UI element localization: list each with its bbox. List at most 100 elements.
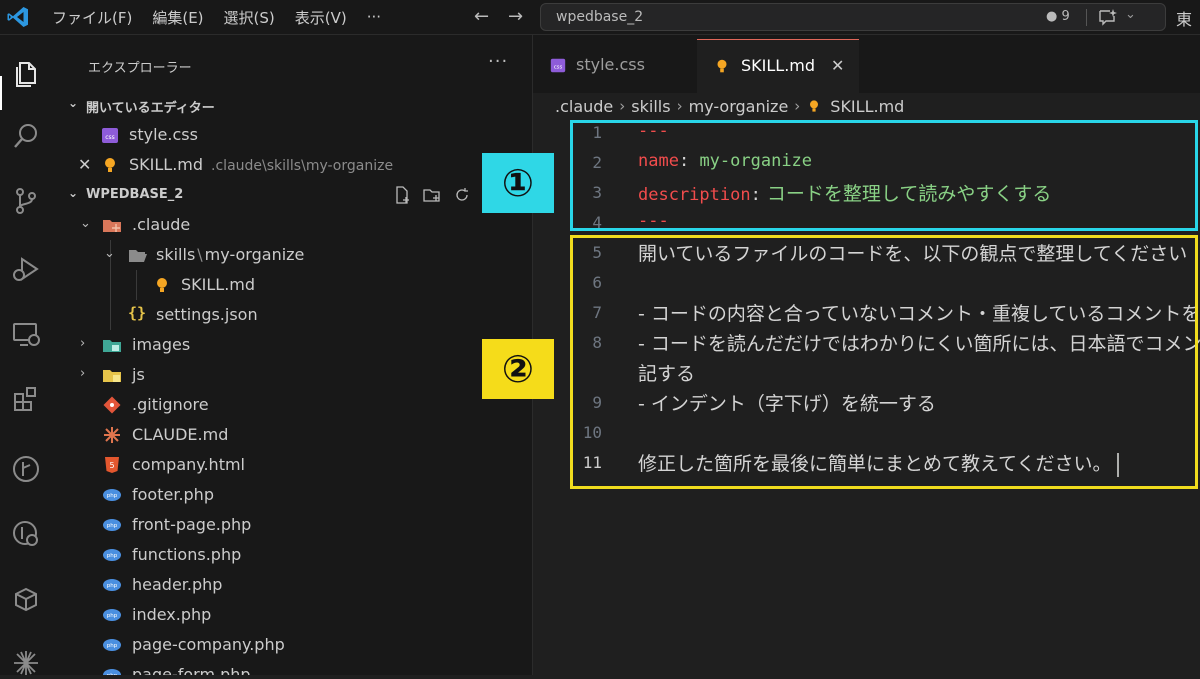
json-file-icon: {} bbox=[128, 304, 147, 322]
bulb-file-icon bbox=[810, 100, 819, 112]
package-icon[interactable] bbox=[10, 583, 42, 615]
tree-item-label: functions.php bbox=[132, 545, 242, 564]
clipped-menu-text[interactable]: 東 bbox=[1176, 6, 1192, 30]
tab-skill-md[interactable]: SKILL.md ✕ bbox=[697, 39, 859, 94]
back-arrow-icon[interactable]: ← bbox=[474, 6, 489, 27]
tab-style-css[interactable]: css style.css bbox=[533, 39, 693, 93]
tree-item-label: page-form.php bbox=[132, 665, 251, 675]
breadcrumb-item[interactable]: my-organize bbox=[689, 97, 789, 116]
new-folder-icon[interactable] bbox=[422, 185, 442, 205]
open-editor-style-css[interactable]: css style.css bbox=[52, 120, 532, 150]
tree-folder-skills[interactable]: ⌄ skills \ my-organize bbox=[52, 240, 532, 270]
php-file-icon: php bbox=[103, 669, 121, 675]
extensions-icon[interactable] bbox=[10, 383, 42, 415]
tree-file-page-form-php[interactable]: php page-form.php bbox=[52, 660, 532, 675]
tab-label: SKILL.md bbox=[741, 56, 816, 75]
folder-name: my-organize bbox=[204, 245, 305, 264]
file-name: style.css bbox=[129, 125, 198, 144]
svg-text:php: php bbox=[107, 493, 118, 499]
search-icon[interactable] bbox=[10, 120, 42, 152]
breadcrumb-item[interactable]: .claude bbox=[555, 97, 613, 116]
folder-js-icon bbox=[103, 370, 121, 382]
activity-bar bbox=[0, 35, 52, 675]
forward-arrow-icon[interactable]: → bbox=[508, 6, 523, 27]
tree-file-front-page-php[interactable]: php front-page.php bbox=[52, 510, 532, 540]
claude-file-icon bbox=[104, 427, 120, 443]
tree-folder-images[interactable]: › images bbox=[52, 330, 532, 360]
menu-selection[interactable]: 選択(S) bbox=[224, 7, 275, 28]
tree-item-label: CLAUDE.md bbox=[132, 425, 229, 444]
explorer-icon[interactable] bbox=[10, 57, 42, 89]
menu-more[interactable]: ··· bbox=[367, 8, 381, 26]
svg-text:css: css bbox=[554, 65, 563, 71]
more-actions-icon[interactable]: ··· bbox=[488, 51, 508, 72]
chat-icon[interactable] bbox=[1096, 6, 1118, 28]
php-file-icon: php bbox=[103, 519, 121, 531]
tree-file-skill-md[interactable]: SKILL.md bbox=[52, 270, 532, 300]
source-control-icon[interactable] bbox=[10, 185, 42, 217]
breadcrumb-item[interactable]: skills bbox=[631, 97, 670, 116]
tree-file-claude-md[interactable]: CLAUDE.md bbox=[52, 420, 532, 450]
run-debug-icon[interactable] bbox=[10, 253, 42, 285]
tree-file-functions-php[interactable]: php functions.php bbox=[52, 540, 532, 570]
bulb-file-icon bbox=[105, 158, 115, 172]
chevron-right-icon: › bbox=[794, 97, 801, 115]
vscode-logo-icon[interactable] bbox=[6, 5, 30, 29]
remote-explorer-icon[interactable] bbox=[10, 318, 42, 350]
menu-edit[interactable]: 編集(E) bbox=[152, 7, 203, 28]
tree-file-header-php[interactable]: php header.php bbox=[52, 570, 532, 600]
path-separator: \ bbox=[197, 245, 203, 264]
claude-icon[interactable] bbox=[10, 647, 42, 679]
close-icon[interactable]: ✕ bbox=[831, 56, 844, 75]
folder-open-icon bbox=[129, 250, 147, 262]
explorer-header: エクスプローラー bbox=[88, 61, 192, 76]
folder-images-icon bbox=[103, 340, 121, 352]
git-graph-icon[interactable] bbox=[10, 453, 42, 485]
chevron-down-icon[interactable]: ⌄ bbox=[1125, 7, 1136, 22]
tree-file-footer-php[interactable]: php footer.php bbox=[52, 480, 532, 510]
annotation-box-instructions bbox=[570, 235, 1198, 489]
file-path-description: .claude\skills\my-organize bbox=[211, 158, 394, 174]
refresh-icon[interactable] bbox=[452, 185, 472, 205]
folder-claude-icon bbox=[103, 220, 121, 232]
chevron-down-icon: ⌄ bbox=[80, 216, 91, 231]
gitlens-icon[interactable] bbox=[10, 518, 42, 550]
open-editors-title: 開いているエディター bbox=[86, 101, 215, 116]
tree-item-label: index.php bbox=[132, 605, 212, 624]
tree-item-label: settings.json bbox=[156, 305, 258, 324]
open-editor-skill-md[interactable]: ✕ SKILL.md .claude\skills\my-organize bbox=[52, 150, 532, 180]
tree-file-gitignore[interactable]: .gitignore bbox=[52, 390, 532, 420]
tree-file-company-html[interactable]: 5 company.html bbox=[52, 450, 532, 480]
workspace-section[interactable]: ⌄ WPEDBASE_2 bbox=[52, 180, 532, 210]
tree-folder-js[interactable]: › js bbox=[52, 360, 532, 390]
file-name: SKILL.md bbox=[129, 155, 204, 174]
php-file-icon: php bbox=[103, 639, 121, 651]
tree-file-page-company-php[interactable]: php page-company.php bbox=[52, 630, 532, 660]
chevron-right-icon: › bbox=[676, 97, 683, 115]
changes-count[interactable]: ● 9 bbox=[1046, 9, 1070, 24]
php-file-icon: php bbox=[103, 579, 121, 591]
php-file-icon: php bbox=[103, 549, 121, 561]
menu-file[interactable]: ファイル(F) bbox=[52, 7, 132, 28]
file-entry: SKILL.md .claude\skills\my-organize bbox=[129, 155, 393, 174]
command-center[interactable]: wpedbase_2 ● 9 ⌄ bbox=[540, 3, 1166, 31]
tree-file-settings-json[interactable]: {} settings.json bbox=[52, 300, 532, 330]
workspace-actions bbox=[392, 180, 482, 210]
php-file-icon: php bbox=[103, 609, 121, 621]
close-icon[interactable]: ✕ bbox=[78, 155, 91, 174]
tree-item-label: front-page.php bbox=[132, 515, 252, 534]
annotation-badge-1: ① bbox=[482, 153, 554, 213]
tab-label: style.css bbox=[576, 55, 645, 74]
breadcrumb-item[interactable]: SKILL.md bbox=[830, 97, 904, 116]
new-file-icon[interactable] bbox=[392, 185, 412, 205]
explorer-sidebar: エクスプローラー ··· ⌄ 開いているエディター css style.css … bbox=[52, 35, 533, 675]
svg-text:php: php bbox=[107, 643, 118, 649]
tree-folder-claude[interactable]: ⌄ .claude bbox=[52, 210, 532, 240]
tree-file-index-php[interactable]: php index.php bbox=[52, 600, 532, 630]
svg-text:php: php bbox=[107, 553, 118, 559]
chevron-right-icon: › bbox=[80, 366, 86, 381]
menu-view[interactable]: 表示(V) bbox=[295, 7, 347, 28]
active-indicator bbox=[0, 76, 2, 110]
open-editors-section[interactable]: ⌄ 開いているエディター bbox=[52, 90, 532, 120]
svg-text:php: php bbox=[107, 523, 118, 529]
